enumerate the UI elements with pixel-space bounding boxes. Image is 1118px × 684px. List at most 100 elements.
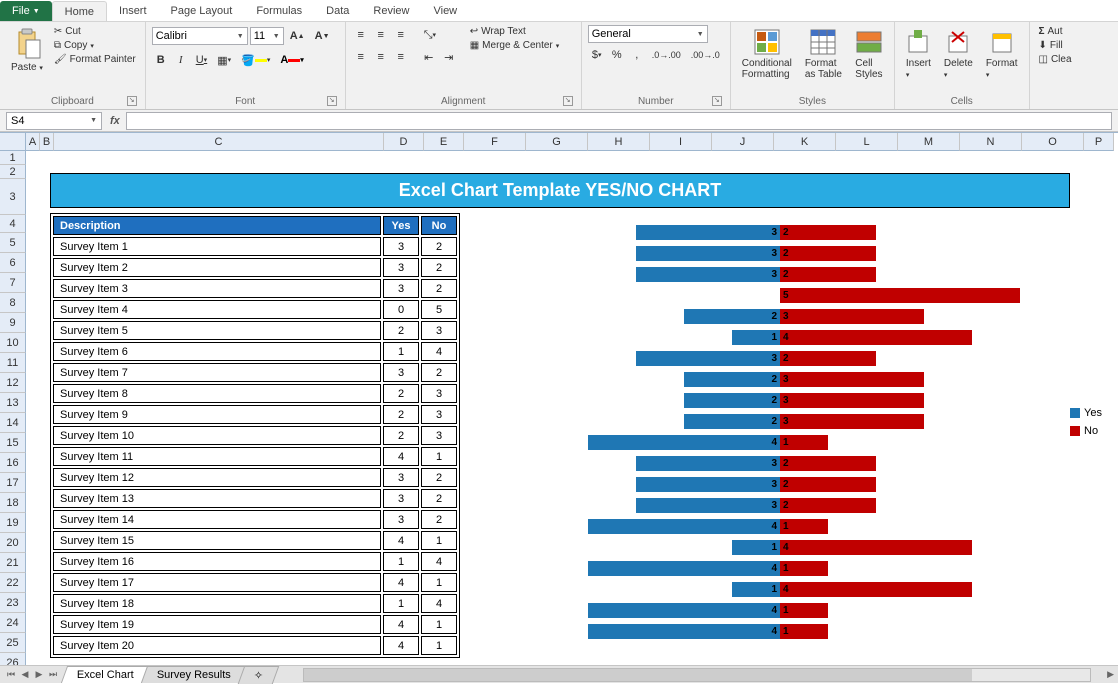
row-header[interactable]: 12 <box>0 373 26 393</box>
sheet-tab-active[interactable]: Excel Chart <box>61 666 150 683</box>
increase-decimal-button[interactable]: .0→.00 <box>648 45 685 65</box>
sheet-nav-last[interactable]: ⏭ <box>46 669 60 680</box>
align-middle-button[interactable]: ≡ <box>372 25 390 45</box>
row-header[interactable]: 24 <box>0 613 26 633</box>
table-row[interactable]: Survey Item 2041 <box>53 636 457 655</box>
column-header[interactable]: H <box>588 133 650 151</box>
format-as-table-button[interactable]: Format as Table <box>800 25 847 94</box>
align-right-button[interactable]: ≡ <box>392 47 410 67</box>
align-bottom-button[interactable]: ≡ <box>392 25 410 45</box>
number-format-combo[interactable]: General▼ <box>588 25 708 43</box>
row-header[interactable]: 22 <box>0 573 26 593</box>
column-header[interactable]: C <box>54 133 384 151</box>
row-header[interactable]: 8 <box>0 293 26 313</box>
table-row[interactable]: Survey Item 1023 <box>53 426 457 445</box>
fill-color-button[interactable]: 🪣▾ <box>237 50 274 70</box>
accounting-button[interactable]: $▾ <box>588 45 606 65</box>
format-cells-button[interactable]: Format▾ <box>981 25 1023 94</box>
sheet-nav-prev[interactable]: ◀ <box>18 669 32 680</box>
column-header[interactable]: L <box>836 133 898 151</box>
copy-button[interactable]: ⧉Copy ▾ <box>51 39 139 52</box>
table-row[interactable]: Survey Item 923 <box>53 405 457 424</box>
alignment-dialog-launcher[interactable]: ↘ <box>563 96 573 106</box>
row-header[interactable]: 19 <box>0 513 26 533</box>
column-header[interactable]: A <box>26 133 40 151</box>
table-row[interactable]: Survey Item 232 <box>53 258 457 277</box>
table-row[interactable]: Survey Item 1232 <box>53 468 457 487</box>
sheet-tab-survey-results[interactable]: Survey Results <box>141 666 247 683</box>
row-header[interactable]: 11 <box>0 353 26 373</box>
column-header[interactable]: N <box>960 133 1022 151</box>
row-header[interactable]: 4 <box>0 215 26 233</box>
clipboard-dialog-launcher[interactable]: ↘ <box>127 96 137 106</box>
horizontal-scrollbar[interactable] <box>303 668 1091 682</box>
decrease-decimal-button[interactable]: .00→.0 <box>687 45 724 65</box>
table-row[interactable]: Survey Item 132 <box>53 237 457 256</box>
row-header[interactable]: 14 <box>0 413 26 433</box>
row-header[interactable]: 7 <box>0 273 26 293</box>
bold-button[interactable]: B <box>152 50 170 70</box>
column-header[interactable]: D <box>384 133 424 151</box>
tab-data[interactable]: Data <box>314 1 361 21</box>
paste-button[interactable]: Paste ▾ <box>6 25 48 94</box>
column-header[interactable]: O <box>1022 133 1084 151</box>
row-header[interactable]: 25 <box>0 633 26 653</box>
row-header[interactable]: 5 <box>0 233 26 253</box>
tab-insert[interactable]: Insert <box>107 1 159 21</box>
row-header[interactable]: 2 <box>0 165 26 179</box>
autosum-button[interactable]: ΣAut <box>1036 25 1075 38</box>
font-size-combo[interactable]: 11▼ <box>250 27 284 45</box>
tab-review[interactable]: Review <box>361 1 421 21</box>
insert-cells-button[interactable]: Insert▾ <box>901 25 936 94</box>
column-header[interactable]: G <box>526 133 588 151</box>
select-all-corner[interactable] <box>0 133 26 151</box>
row-header[interactable]: 18 <box>0 493 26 513</box>
percent-button[interactable]: % <box>608 45 626 65</box>
increase-indent-button[interactable]: ⇥ <box>440 47 458 67</box>
column-header[interactable]: K <box>774 133 836 151</box>
row-header[interactable]: 1 <box>0 151 26 165</box>
sheet-nav-next[interactable]: ▶ <box>32 669 46 680</box>
table-row[interactable]: Survey Item 614 <box>53 342 457 361</box>
wrap-text-button[interactable]: ↩Wrap Text <box>467 25 563 38</box>
column-header[interactable]: J <box>712 133 774 151</box>
tab-formulas[interactable]: Formulas <box>244 1 314 21</box>
formula-input[interactable] <box>126 112 1112 130</box>
row-header[interactable]: 15 <box>0 433 26 453</box>
table-row[interactable]: Survey Item 1741 <box>53 573 457 592</box>
comma-button[interactable]: , <box>628 45 646 65</box>
table-row[interactable]: Survey Item 732 <box>53 363 457 382</box>
increase-font-button[interactable]: A▲ <box>286 26 309 46</box>
table-row[interactable]: Survey Item 1541 <box>53 531 457 550</box>
column-header[interactable]: B <box>40 133 54 151</box>
italic-button[interactable]: I <box>172 50 190 70</box>
font-color-button[interactable]: A▾ <box>276 50 307 70</box>
orientation-button[interactable]: ⤡▾ <box>420 25 440 45</box>
column-header[interactable]: I <box>650 133 712 151</box>
tab-home[interactable]: Home <box>52 1 107 21</box>
row-header[interactable]: 20 <box>0 533 26 553</box>
row-header[interactable]: 16 <box>0 453 26 473</box>
table-row[interactable]: Survey Item 1432 <box>53 510 457 529</box>
fill-button[interactable]: ⬇Fill <box>1036 39 1075 52</box>
column-header[interactable]: F <box>464 133 526 151</box>
name-box[interactable]: S4▼ <box>6 112 102 130</box>
tab-file[interactable]: File▼ <box>0 1 52 21</box>
table-row[interactable]: Survey Item 1332 <box>53 489 457 508</box>
tab-view[interactable]: View <box>421 1 469 21</box>
font-dialog-launcher[interactable]: ↘ <box>327 96 337 106</box>
row-header[interactable]: 21 <box>0 553 26 573</box>
decrease-font-button[interactable]: A▼ <box>311 26 334 46</box>
sheet-tab-new[interactable]: ✧ <box>238 666 280 684</box>
table-row[interactable]: Survey Item 405 <box>53 300 457 319</box>
borders-button[interactable]: ▦▾ <box>213 50 235 70</box>
number-dialog-launcher[interactable]: ↘ <box>712 96 722 106</box>
table-row[interactable]: Survey Item 1614 <box>53 552 457 571</box>
column-header[interactable]: M <box>898 133 960 151</box>
table-row[interactable]: Survey Item 1141 <box>53 447 457 466</box>
format-painter-button[interactable]: 🖌Format Painter <box>51 53 139 66</box>
column-header[interactable]: P <box>1084 133 1114 151</box>
merge-center-button[interactable]: ▦Merge & Center ▾ <box>467 39 563 52</box>
underline-button[interactable]: U▾ <box>192 50 211 70</box>
row-header[interactable]: 17 <box>0 473 26 493</box>
